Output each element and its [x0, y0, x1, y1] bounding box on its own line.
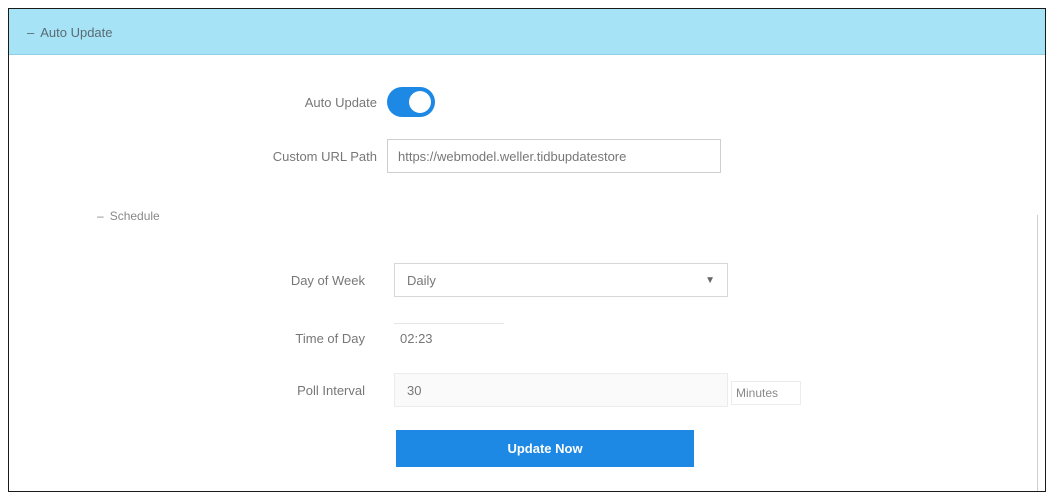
poll-interval-label: Poll Interval	[297, 383, 365, 398]
time-of-day-label: Time of Day	[295, 331, 365, 346]
auto-update-toggle[interactable]	[387, 87, 435, 117]
collapse-header-button[interactable]: – Auto Update	[27, 23, 113, 41]
minus-icon: –	[27, 24, 35, 40]
auto-update-label: Auto Update	[304, 95, 377, 110]
day-of-week-label: Day of Week	[290, 273, 365, 288]
time-of-day-input[interactable]	[394, 323, 504, 353]
toggle-knob	[409, 91, 431, 113]
schedule-label: Schedule	[109, 209, 160, 223]
poll-interval-unit: Minutes	[731, 381, 801, 405]
custom-url-input[interactable]	[387, 139, 721, 173]
update-now-button[interactable]: Update Now	[396, 430, 694, 467]
panel-header: – Auto Update	[9, 9, 1045, 55]
section-divider	[1037, 215, 1038, 491]
minus-icon: –	[97, 209, 104, 223]
auto-update-panel: – Auto Update Auto Update Custom URL Pat…	[8, 8, 1046, 492]
day-of-week-value: Daily	[407, 272, 436, 288]
panel-title: Auto Update	[40, 24, 113, 40]
caret-down-icon: ▼	[705, 274, 715, 286]
day-of-week-select[interactable]: Daily ▼	[394, 263, 728, 297]
custom-url-label: Custom URL Path	[272, 149, 377, 164]
schedule-section-toggle[interactable]: – Schedule	[97, 209, 160, 223]
poll-interval-input[interactable]	[394, 373, 728, 407]
